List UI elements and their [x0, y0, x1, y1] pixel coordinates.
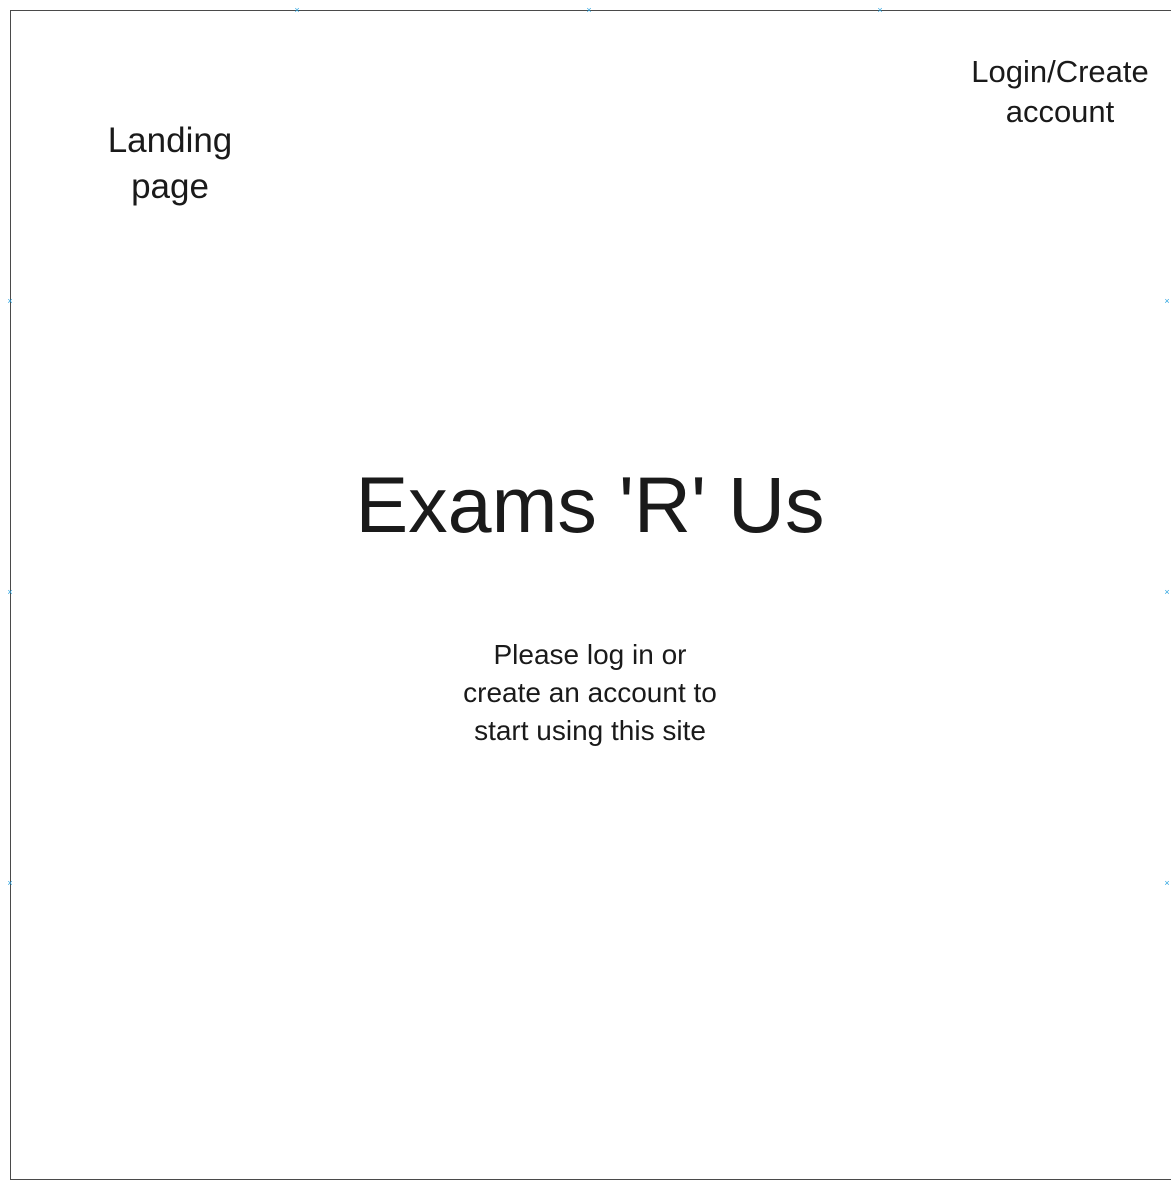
resize-handle-icon[interactable] — [1164, 589, 1170, 595]
resize-handle-icon[interactable] — [7, 589, 13, 595]
page-label-line: Landing — [107, 121, 233, 160]
resize-handle-icon[interactable] — [1164, 880, 1170, 886]
page-label: Landing page — [80, 118, 260, 210]
message-line: Please log in or — [493, 639, 687, 670]
site-title: Exams 'R' Us — [355, 460, 825, 549]
page-label-line: page — [131, 167, 209, 206]
resize-handle-icon[interactable] — [294, 7, 300, 13]
login-link-line: account — [1005, 94, 1115, 129]
resize-handle-icon[interactable] — [7, 298, 13, 304]
login-prompt-message: Please log in or create an account to st… — [400, 636, 780, 750]
resize-handle-icon[interactable] — [1164, 298, 1170, 304]
message-line: create an account to — [463, 677, 717, 708]
resize-handle-icon[interactable] — [586, 7, 592, 13]
message-line: start using this site — [474, 715, 706, 746]
resize-handle-icon[interactable] — [7, 880, 13, 886]
login-link-line: Login/Create — [971, 54, 1149, 89]
resize-handle-icon[interactable] — [877, 7, 883, 13]
login-create-account-link[interactable]: Login/Create account — [950, 52, 1170, 132]
